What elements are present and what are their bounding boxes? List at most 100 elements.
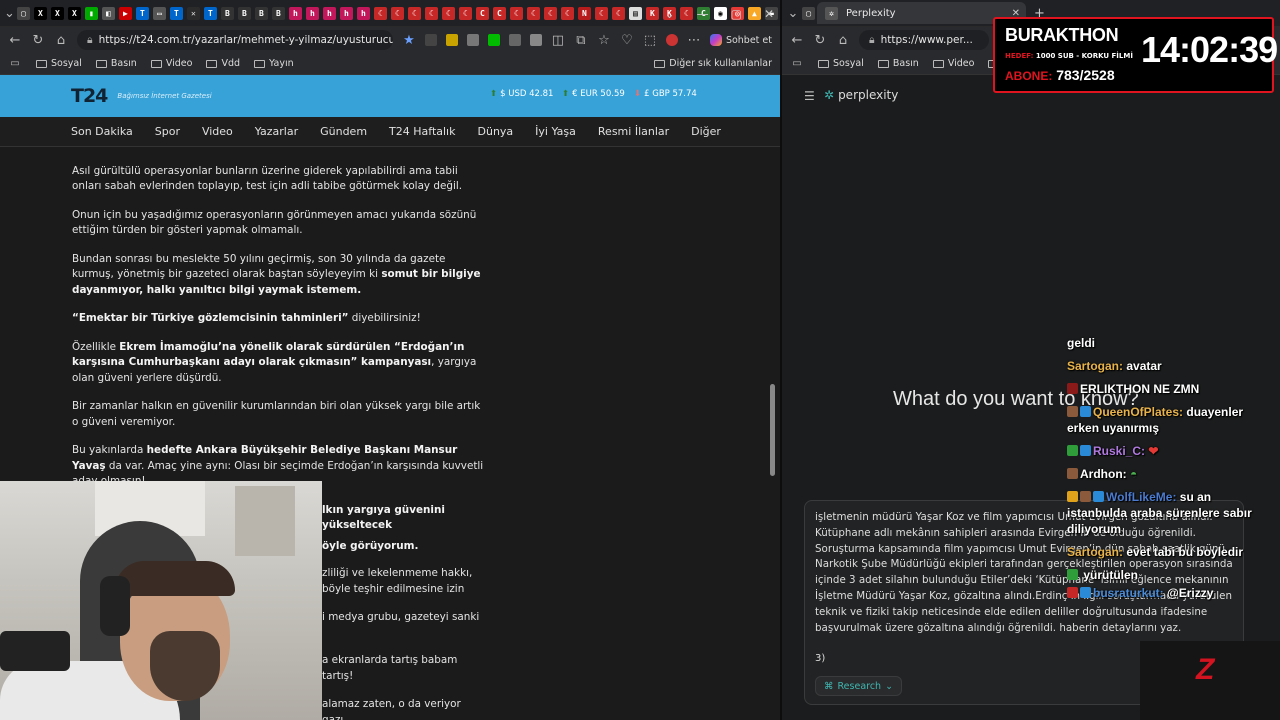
nav-son-dakika[interactable]: Son Dakika	[71, 125, 133, 138]
badge-icon	[1067, 587, 1078, 598]
tab-flag-icon[interactable]: ☾	[594, 6, 608, 20]
tab-news-icon[interactable]: ▤	[628, 6, 642, 20]
folder-icon	[254, 59, 266, 68]
bookmarks-toggle-icon[interactable]: ▭	[8, 58, 22, 69]
nav-iyi-yasa[interactable]: İyi Yaşa	[535, 125, 576, 138]
workspaces-icon[interactable]: ▢	[16, 6, 30, 20]
tab-b-icon[interactable]: B	[237, 6, 251, 20]
bookmarks-toggle-icon[interactable]: ▭	[790, 58, 804, 69]
back-icon[interactable]: ←	[790, 33, 804, 48]
tab-x-icon[interactable]: X	[33, 6, 47, 20]
tab-flag-icon[interactable]: ☾	[441, 6, 455, 20]
tab-flag-icon[interactable]: ☾	[407, 6, 421, 20]
tab-green-icon[interactable]: ▮	[84, 6, 98, 20]
tab-actions-icon[interactable]: ⌄	[4, 6, 15, 21]
other-bookmarks[interactable]: Diğer sık kullanılanlar	[654, 58, 772, 69]
nav-video[interactable]: Video	[202, 125, 233, 138]
tab-icon[interactable]: ▭	[152, 6, 166, 20]
tab-b-icon[interactable]: B	[220, 6, 234, 20]
tab-t24-icon[interactable]: T	[203, 6, 217, 20]
tab-flag-icon[interactable]: ☾	[526, 6, 540, 20]
nav-resmi-ilanlar[interactable]: Resmi İlanlar	[598, 125, 669, 138]
chevron-down-icon[interactable]: ⌄	[665, 7, 675, 21]
z-logo-icon: Z	[1196, 653, 1215, 686]
maximize-icon[interactable]: ▢	[731, 7, 742, 21]
bookmark-video[interactable]: Video	[150, 58, 192, 69]
tab-t24-icon[interactable]: T	[169, 6, 183, 20]
tab-youtube-icon[interactable]: ▶	[118, 6, 132, 20]
perplexity-logo[interactable]: ✲ perplexity	[824, 88, 898, 102]
tab-x-icon[interactable]: X	[67, 6, 81, 20]
tab-h-icon[interactable]: h	[339, 6, 353, 20]
tab-icon[interactable]: ◧	[101, 6, 115, 20]
nav-gundem[interactable]: Gündem	[320, 125, 367, 138]
profile-avatar[interactable]	[665, 34, 678, 46]
site-logo[interactable]: T24	[71, 85, 108, 107]
home-icon[interactable]: ⌂	[836, 33, 850, 48]
collections-icon[interactable]: ⧉	[574, 33, 588, 48]
bookmark-yayin[interactable]: Yayın	[254, 58, 294, 69]
tab-b-icon[interactable]: B	[254, 6, 268, 20]
nav-yazarlar[interactable]: Yazarlar	[255, 125, 298, 138]
tab-h-icon[interactable]: h	[288, 6, 302, 20]
bookmark-sosyal[interactable]: Sosyal	[36, 58, 82, 69]
tab-n-icon[interactable]: N	[577, 6, 591, 20]
home-icon[interactable]: ⌂	[54, 33, 68, 48]
tab-flag-icon[interactable]: ☾	[373, 6, 387, 20]
page-scrollbar[interactable]	[768, 148, 778, 720]
bookmark-sosyal[interactable]: Sosyal	[818, 58, 864, 69]
tab-h-icon[interactable]: h	[322, 6, 336, 20]
research-mode-button[interactable]: ⌘ Research ⌄	[815, 676, 903, 696]
nav-dunya[interactable]: Dünya	[478, 125, 514, 138]
tab-actions-icon[interactable]: ⌄	[786, 6, 800, 21]
tab-b-icon[interactable]: B	[271, 6, 285, 20]
close-tab-icon[interactable]: ✕	[186, 6, 200, 20]
close-icon[interactable]: ✕	[764, 7, 774, 21]
more-icon[interactable]: ⋯	[687, 33, 701, 48]
favorite-star-icon[interactable]: ★	[402, 33, 416, 48]
minimize-icon[interactable]: —	[697, 7, 709, 21]
reload-icon[interactable]: ↻	[813, 33, 827, 48]
nav-spor[interactable]: Spor	[155, 125, 180, 138]
extension-icon[interactable]	[508, 34, 521, 46]
url-field[interactable]: 🔒︎ https://www.per...	[859, 30, 989, 50]
tab-flag-icon[interactable]: ☾	[611, 6, 625, 20]
tab-flag-icon[interactable]: ☾	[543, 6, 557, 20]
bookmark-basin[interactable]: Basın	[877, 58, 919, 69]
tab-flag-icon[interactable]: ☾	[509, 6, 523, 20]
url-field[interactable]: 🔒︎ https://t24.com.tr/yazarlar/mehmet-y-…	[77, 30, 393, 50]
nav-diger[interactable]: Diğer	[691, 125, 721, 138]
bookmark-video[interactable]: Video	[932, 58, 974, 69]
bookmark-vdd[interactable]: Vdd	[206, 58, 240, 69]
tab-flag-icon[interactable]: ☾	[390, 6, 404, 20]
folder-icon	[932, 59, 944, 68]
tab-flag-icon[interactable]: ☾	[560, 6, 574, 20]
scrollbar-thumb[interactable]	[770, 384, 775, 476]
copilot-chat-button[interactable]: Sohbet et	[709, 34, 772, 46]
tab-h-icon[interactable]: h	[356, 6, 370, 20]
tab-t24-icon[interactable]: T	[135, 6, 149, 20]
back-icon[interactable]: ←	[8, 33, 22, 48]
reload-icon[interactable]: ↻	[31, 33, 45, 48]
tab-k-icon[interactable]: K	[645, 6, 659, 20]
nav-t24-haftalik[interactable]: T24 Haftalık	[389, 125, 455, 138]
extension-icon[interactable]	[487, 34, 500, 46]
split-screen-icon[interactable]: ◫	[551, 33, 565, 48]
extension-icon[interactable]	[529, 34, 542, 46]
tab-h-icon[interactable]: h	[305, 6, 319, 20]
extension-icon[interactable]	[466, 34, 479, 46]
extension-icon[interactable]	[445, 34, 458, 46]
tab-x-icon[interactable]: X	[50, 6, 64, 20]
emote-icon: ◓	[1130, 467, 1138, 481]
tab-flag-icon[interactable]: ☾	[458, 6, 472, 20]
workspaces-icon[interactable]: ▢	[802, 6, 815, 20]
tab-c-icon[interactable]: C	[475, 6, 489, 20]
bookmark-basin[interactable]: Basın	[95, 58, 137, 69]
tab-c-icon[interactable]: C	[492, 6, 506, 20]
extensions-icon[interactable]: ⬚	[643, 33, 657, 48]
tab-flag-icon[interactable]: ☾	[424, 6, 438, 20]
extension-icon[interactable]	[424, 34, 437, 46]
menu-icon[interactable]: ☰	[804, 89, 815, 103]
favorites-icon[interactable]: ☆	[597, 33, 611, 48]
heart-icon[interactable]: ♡	[620, 33, 634, 48]
